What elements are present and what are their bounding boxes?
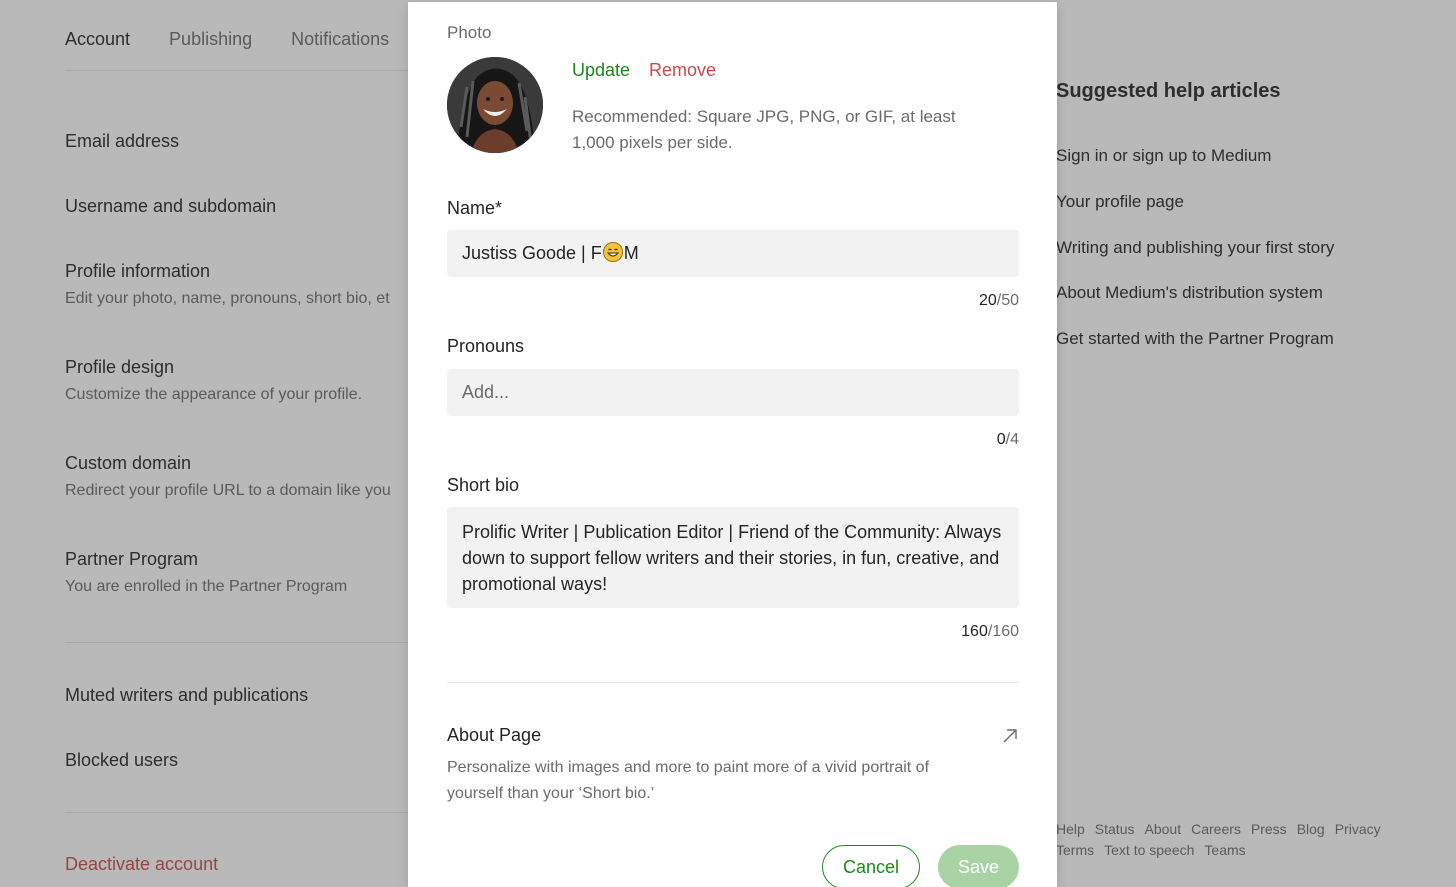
pronouns-max: /4 xyxy=(1005,431,1019,448)
external-link-arrow-icon[interactable] xyxy=(1001,727,1019,745)
bio-count: 160 xyxy=(961,623,988,640)
name-max: /50 xyxy=(996,292,1019,309)
avatar xyxy=(447,57,543,153)
cancel-button[interactable]: Cancel xyxy=(822,845,920,887)
name-char-counter: 20/50 xyxy=(979,292,1019,310)
about-page-link[interactable]: About Page xyxy=(447,725,541,746)
photo-label: Photo xyxy=(447,23,492,42)
name-label: Name* xyxy=(447,198,503,218)
pronouns-label: Pronouns xyxy=(447,336,525,356)
pronouns-count: 0 xyxy=(996,431,1006,448)
photo-hint: Recommended: Square JPG, PNG, or GIF, at… xyxy=(572,107,956,152)
profile-info-modal: Photo Update Remove Recommended: Square … xyxy=(408,2,1057,887)
grinning-face-emoji-icon xyxy=(602,242,623,262)
name-count: 20 xyxy=(978,292,997,309)
modal-divider xyxy=(447,682,1019,683)
short-bio-textarea[interactable]: Prolific Writer | Publication Editor | F… xyxy=(447,507,1019,608)
photo-actions: Update Remove xyxy=(572,60,716,81)
short-bio-label: Short bio xyxy=(447,475,520,495)
remove-photo-button[interactable]: Remove xyxy=(649,60,716,81)
bio-char-counter: 160/160 xyxy=(961,623,1019,641)
pronouns-input[interactable] xyxy=(447,369,1019,416)
about-page-description: Personalize with images and more to pain… xyxy=(447,759,930,802)
pronouns-char-counter: 0/4 xyxy=(997,431,1019,449)
bio-max: /160 xyxy=(987,623,1019,640)
save-button[interactable]: Save xyxy=(938,845,1019,887)
avatar-image xyxy=(447,57,543,153)
name-field[interactable]: Justiss Goode | F M xyxy=(447,230,1019,277)
name-value-prefix: Justiss Goode | F xyxy=(462,243,602,263)
update-photo-button[interactable]: Update xyxy=(572,60,630,81)
name-value-suffix: M xyxy=(623,243,639,263)
